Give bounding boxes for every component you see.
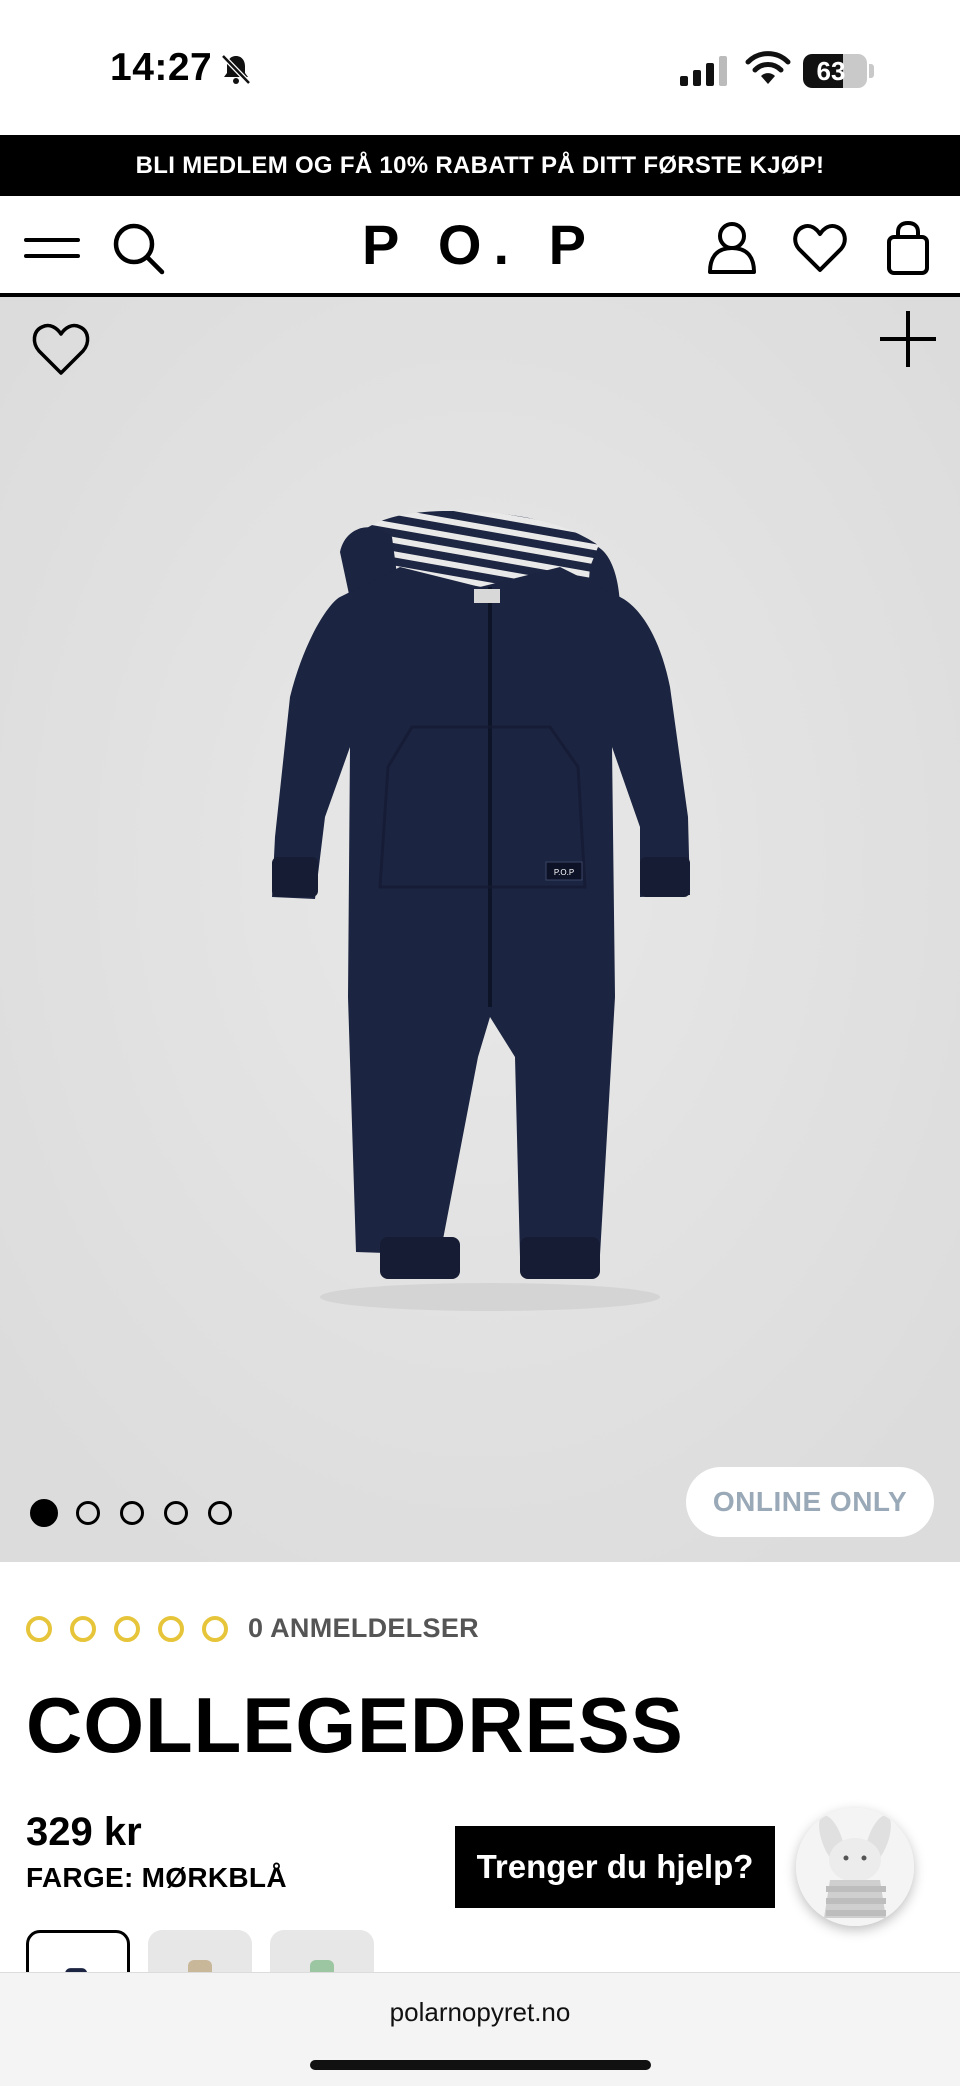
status-bar: 14:27 63 [0,0,960,135]
gallery-dot[interactable] [208,1501,232,1525]
home-indicator [310,2060,651,2070]
user-icon[interactable] [704,220,760,276]
favorite-heart-icon[interactable] [30,319,92,381]
bunny-mascot-icon [796,1808,914,1926]
rating-star-empty-icon [26,1615,52,1642]
gallery-dot[interactable] [164,1501,188,1525]
product-image[interactable]: P.O.P [0,297,960,1562]
heart-icon[interactable] [792,220,848,276]
online-only-badge: ONLINE ONLY [686,1467,934,1537]
battery-tip [869,64,874,78]
signal-icon [680,56,727,86]
rating[interactable]: 0 ANMELDELSER [26,1613,479,1644]
wifi-icon [745,51,791,84]
promo-banner[interactable]: BLI MEDLEM OG FÅ 10% RABATT PÅ DITT FØRS… [0,135,960,196]
gallery-pagination [30,1497,252,1527]
help-chat-label: Trenger du hjelp? [476,1848,754,1885]
rating-star-empty-icon [70,1615,96,1642]
product-title: COLLEGEDRESS [26,1681,684,1769]
help-chat-button[interactable]: Trenger du hjelp? [455,1826,775,1908]
browser-address-bar[interactable]: polarnopyret.no [0,1972,960,2086]
promo-text: BLI MEDLEM OG FÅ 10% RABATT PÅ DITT FØRS… [135,151,825,179]
product-gallery[interactable]: P.O.P ONLINE ONLY [0,297,960,1562]
bell-slash-icon [221,54,251,85]
zoom-plus-icon[interactable] [876,307,940,371]
url-text[interactable]: polarnopyret.no [0,1997,960,2028]
product-color: FARGE: MØRKBLÅ [26,1862,287,1893]
battery-percent: 63 [816,56,846,86]
garment-tag-text: P.O.P [554,868,574,877]
status-time: 14:27 [110,46,213,89]
battery-indicator: 63 [803,54,867,88]
chat-mascot-avatar[interactable] [796,1808,914,1926]
rating-stars [26,1615,246,1642]
rating-star-empty-icon [158,1615,184,1642]
review-count: 0 ANMELDELSER [248,1613,479,1643]
gallery-dot[interactable] [30,1499,58,1527]
site-header: P O. P [0,196,960,297]
rating-star-empty-icon [202,1615,228,1642]
product-price: 329 kr [26,1810,142,1854]
gallery-dot[interactable] [120,1501,144,1525]
gallery-dot[interactable] [76,1501,100,1525]
rating-star-empty-icon [114,1615,140,1642]
bag-icon[interactable] [880,220,936,276]
